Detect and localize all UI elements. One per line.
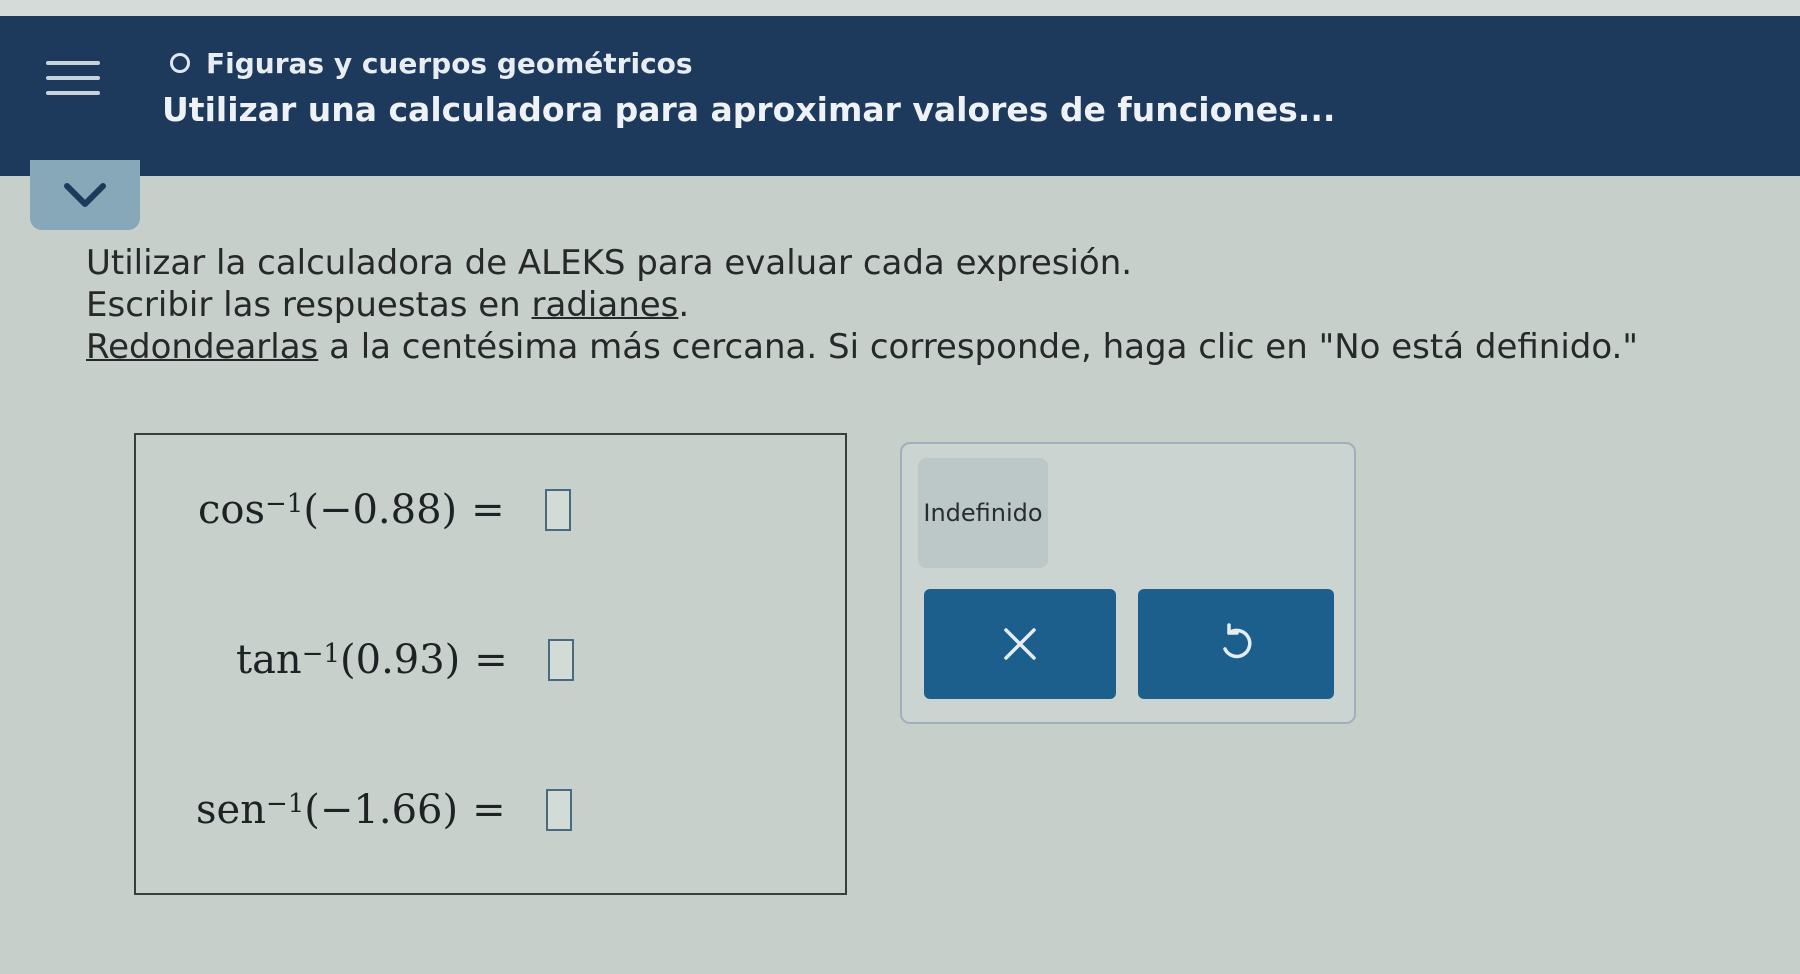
answer-input-sen[interactable] [545, 789, 572, 831]
browser-top-strip [0, 0, 1800, 16]
answer-area: cos −1 (−0.88) = tan −1 (0.93) = sen −1 (−1.66) = [134, 433, 847, 895]
topic-breadcrumb: Figuras y cuerpos geométricos [170, 46, 693, 80]
answer-input-cos[interactable] [544, 489, 571, 531]
undo-icon [1223, 623, 1252, 659]
expression-cos: cos −1 (−0.88) = [198, 487, 571, 533]
redondearlas-link[interactable]: Redondearlas [86, 327, 318, 367]
lesson-title: Utilizar una calculadora para aproximar … [162, 90, 1336, 129]
close-icon [1004, 628, 1036, 660]
top-navigation-bar: Figuras y cuerpos geométricos Utilizar u… [0, 16, 1800, 176]
undefined-button[interactable]: Indefinido [918, 458, 1048, 568]
topic-title: Figuras y cuerpos geométricos [206, 46, 693, 80]
undo-button[interactable] [1138, 589, 1334, 699]
expression-sen: sen −1 (−1.66) = [196, 787, 572, 833]
radianes-link[interactable]: radianes [532, 285, 679, 325]
clear-button[interactable] [924, 589, 1116, 699]
menu-icon[interactable] [46, 61, 102, 107]
instruction-line-2: Escribir las respuestas en radianes. [86, 285, 690, 325]
instruction-line-3: Redondearlas a la centésima más cercana.… [86, 327, 1639, 367]
answer-input-tan[interactable] [547, 639, 574, 681]
instructions: Utilizar la calculadora de ALEKS para ev… [86, 242, 1638, 368]
topic-status-circle-icon [170, 53, 190, 73]
collapse-toggle-button[interactable] [30, 160, 140, 230]
instruction-line-1: Utilizar la calculadora de ALEKS para ev… [86, 243, 1133, 283]
expression-tan: tan −1 (0.93) = [236, 637, 574, 683]
chevron-down-icon [64, 183, 106, 207]
input-tools-panel: Indefinido [900, 442, 1356, 724]
